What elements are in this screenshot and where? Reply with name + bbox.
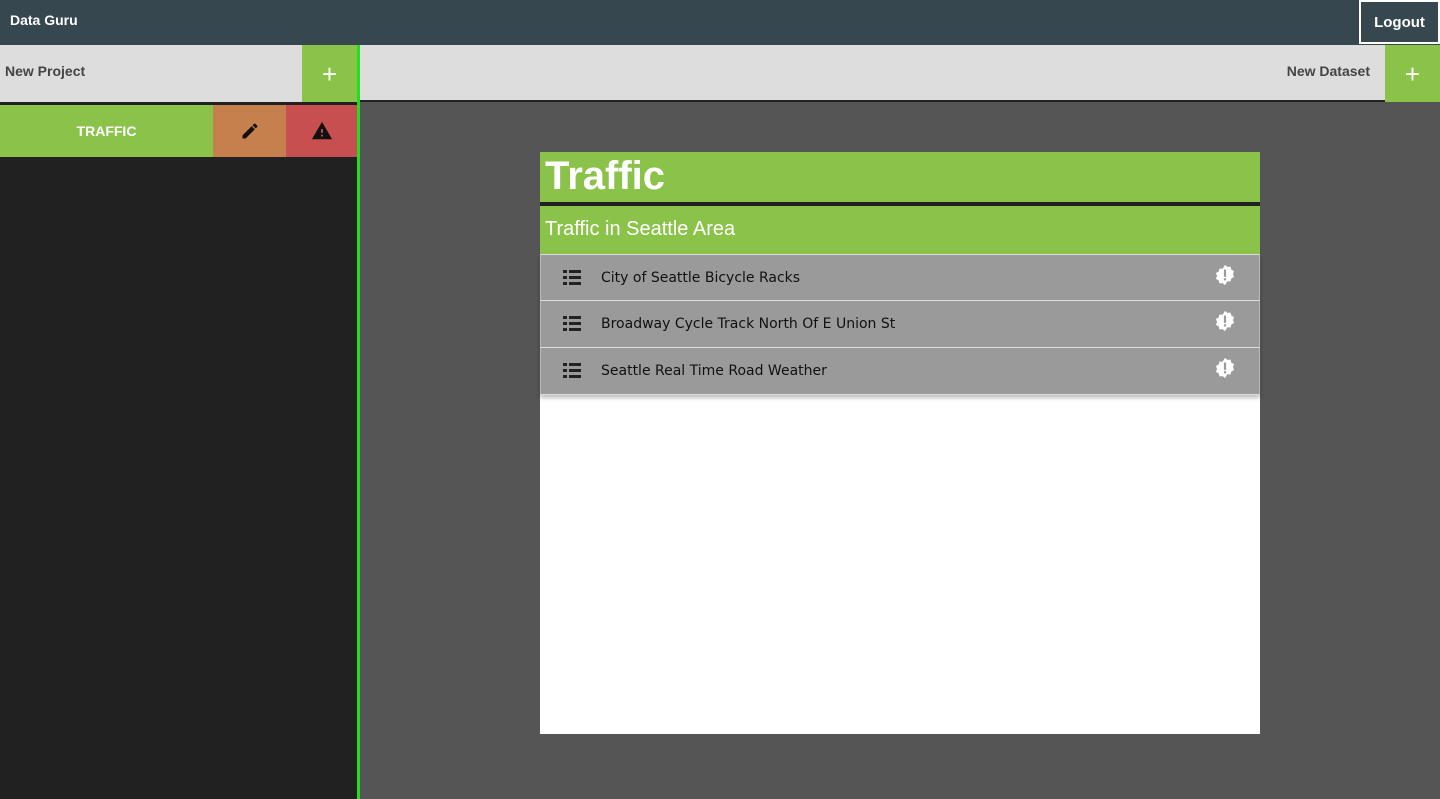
sidebar-divider: [357, 45, 360, 799]
new-project-bar: New Project +: [0, 45, 357, 102]
project-title: Traffic: [540, 152, 1260, 202]
list-icon: [563, 270, 581, 285]
dataset-list: City of Seattle Bicycle Racks Broadway C…: [540, 254, 1260, 395]
project-card: Traffic Traffic in Seattle Area City of …: [540, 152, 1260, 734]
list-icon: [563, 363, 581, 378]
dataset-name: Seattle Real Time Road Weather: [601, 363, 827, 379]
plus-icon: +: [321, 58, 338, 89]
dataset-name: Broadway Cycle Track North Of E Union St: [601, 316, 896, 332]
alert-badge-icon[interactable]: [1214, 310, 1236, 332]
edit-project-button[interactable]: [213, 105, 286, 157]
dataset-item[interactable]: City of Seattle Bicycle Racks: [540, 254, 1260, 301]
project-traffic-button[interactable]: TRAFFIC: [0, 105, 213, 157]
alert-badge-icon[interactable]: [1214, 357, 1236, 379]
project-row: TRAFFIC: [0, 102, 357, 157]
projects-sidebar: [0, 45, 357, 799]
alert-badge-icon[interactable]: [1214, 264, 1236, 286]
dataset-bar: New Dataset +: [360, 45, 1440, 102]
logout-button[interactable]: Logout: [1359, 0, 1440, 44]
dataset-name: City of Seattle Bicycle Racks: [601, 270, 801, 286]
new-project-label: New Project: [5, 63, 86, 79]
top-bar: Data Guru Logout: [0, 0, 1440, 45]
new-dataset-label: New Dataset: [1286, 63, 1370, 79]
dataset-item[interactable]: Seattle Real Time Road Weather: [540, 348, 1260, 395]
add-dataset-button[interactable]: +: [1385, 45, 1440, 102]
project-description: Traffic in Seattle Area: [540, 204, 1260, 254]
add-project-button[interactable]: +: [302, 45, 357, 102]
delete-project-button[interactable]: [286, 105, 357, 157]
pencil-icon: [242, 123, 258, 139]
warning-icon: [311, 121, 332, 140]
plus-icon: +: [1404, 58, 1421, 89]
dataset-item[interactable]: Broadway Cycle Track North Of E Union St: [540, 301, 1260, 348]
app-title: Data Guru: [10, 12, 78, 28]
list-icon: [563, 316, 581, 331]
